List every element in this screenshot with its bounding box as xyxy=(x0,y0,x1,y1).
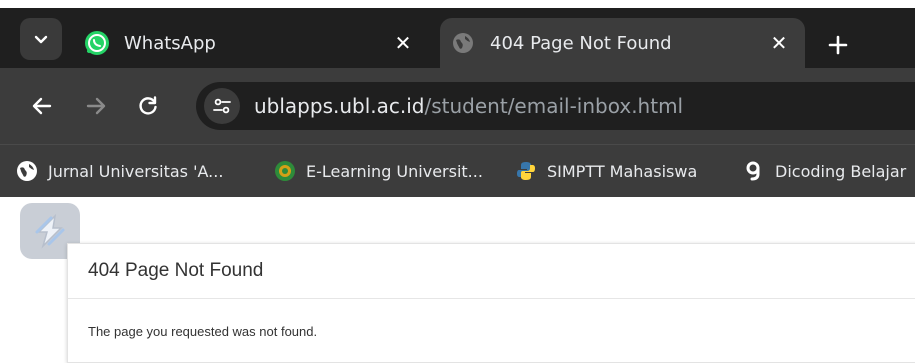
address-bar[interactable]: ublapps.ubl.ac.id/student/email-inbox.ht… xyxy=(196,82,915,130)
arrow-right-icon xyxy=(86,97,106,115)
browser-toolbar: ublapps.ubl.ac.id/student/email-inbox.ht… xyxy=(0,68,915,144)
globe-icon xyxy=(450,30,476,56)
tab-title: WhatsApp xyxy=(124,32,216,54)
page-title: 404 Page Not Found xyxy=(88,260,264,281)
bookmark-dicoding[interactable]: Dicoding Belajar xyxy=(743,157,906,185)
close-icon[interactable]: ✕ xyxy=(765,29,793,57)
university-logo-icon xyxy=(274,160,296,182)
site-info-button[interactable] xyxy=(204,88,240,124)
python-icon xyxy=(515,160,537,182)
plus-icon xyxy=(828,35,848,55)
page-content: 404 Page Not Found The page you requeste… xyxy=(0,197,915,363)
chevron-down-icon xyxy=(34,35,48,44)
tab-bar: WhatsApp ✕ 404 Page Not Found ✕ xyxy=(0,8,915,68)
bookmark-label: Jurnal Universitas 'A... xyxy=(48,161,224,181)
app-logo-icon xyxy=(35,213,65,249)
bookmark-jurnal[interactable]: Jurnal Universitas 'A... xyxy=(16,157,223,185)
new-tab-button[interactable] xyxy=(820,27,856,63)
arrow-left-icon xyxy=(32,97,52,115)
top-strip xyxy=(0,0,915,8)
whatsapp-icon xyxy=(84,30,110,56)
bookmark-simptt[interactable]: SIMPTT Mahasiswa xyxy=(515,157,697,185)
reload-button[interactable] xyxy=(128,86,168,126)
reload-icon xyxy=(139,96,157,115)
tab-title: 404 Page Not Found xyxy=(490,32,672,54)
tab-whatsapp[interactable]: WhatsApp ✕ xyxy=(74,18,429,68)
dicoding-icon xyxy=(743,160,765,182)
tab-404-page[interactable]: 404 Page Not Found ✕ xyxy=(440,18,805,68)
card-header: 404 Page Not Found xyxy=(68,244,915,299)
bookmark-label: Dicoding Belajar xyxy=(775,161,907,181)
url-domain: ublapps.ubl.ac.id xyxy=(254,94,425,118)
bookmark-label: SIMPTT Mahasiswa xyxy=(547,161,698,181)
url-text: ublapps.ubl.ac.id/student/email-inbox.ht… xyxy=(254,94,683,118)
bookmarks-bar: Jurnal Universitas 'A... E-Learning Univ… xyxy=(0,144,915,197)
error-message: The page you requested was not found. xyxy=(88,324,318,339)
globe-icon xyxy=(16,160,38,182)
card-body: The page you requested was not found. xyxy=(68,299,915,340)
error-card: 404 Page Not Found The page you requeste… xyxy=(67,243,915,363)
forward-button[interactable] xyxy=(76,86,116,126)
tune-icon xyxy=(213,98,231,114)
back-button[interactable] xyxy=(22,86,62,126)
close-icon[interactable]: ✕ xyxy=(389,29,417,57)
url-path: /student/email-inbox.html xyxy=(424,94,684,118)
bookmark-elearning[interactable]: E-Learning Universit... xyxy=(274,157,483,185)
tab-search-button[interactable] xyxy=(20,18,62,60)
bookmark-label: E-Learning Universit... xyxy=(306,161,483,181)
